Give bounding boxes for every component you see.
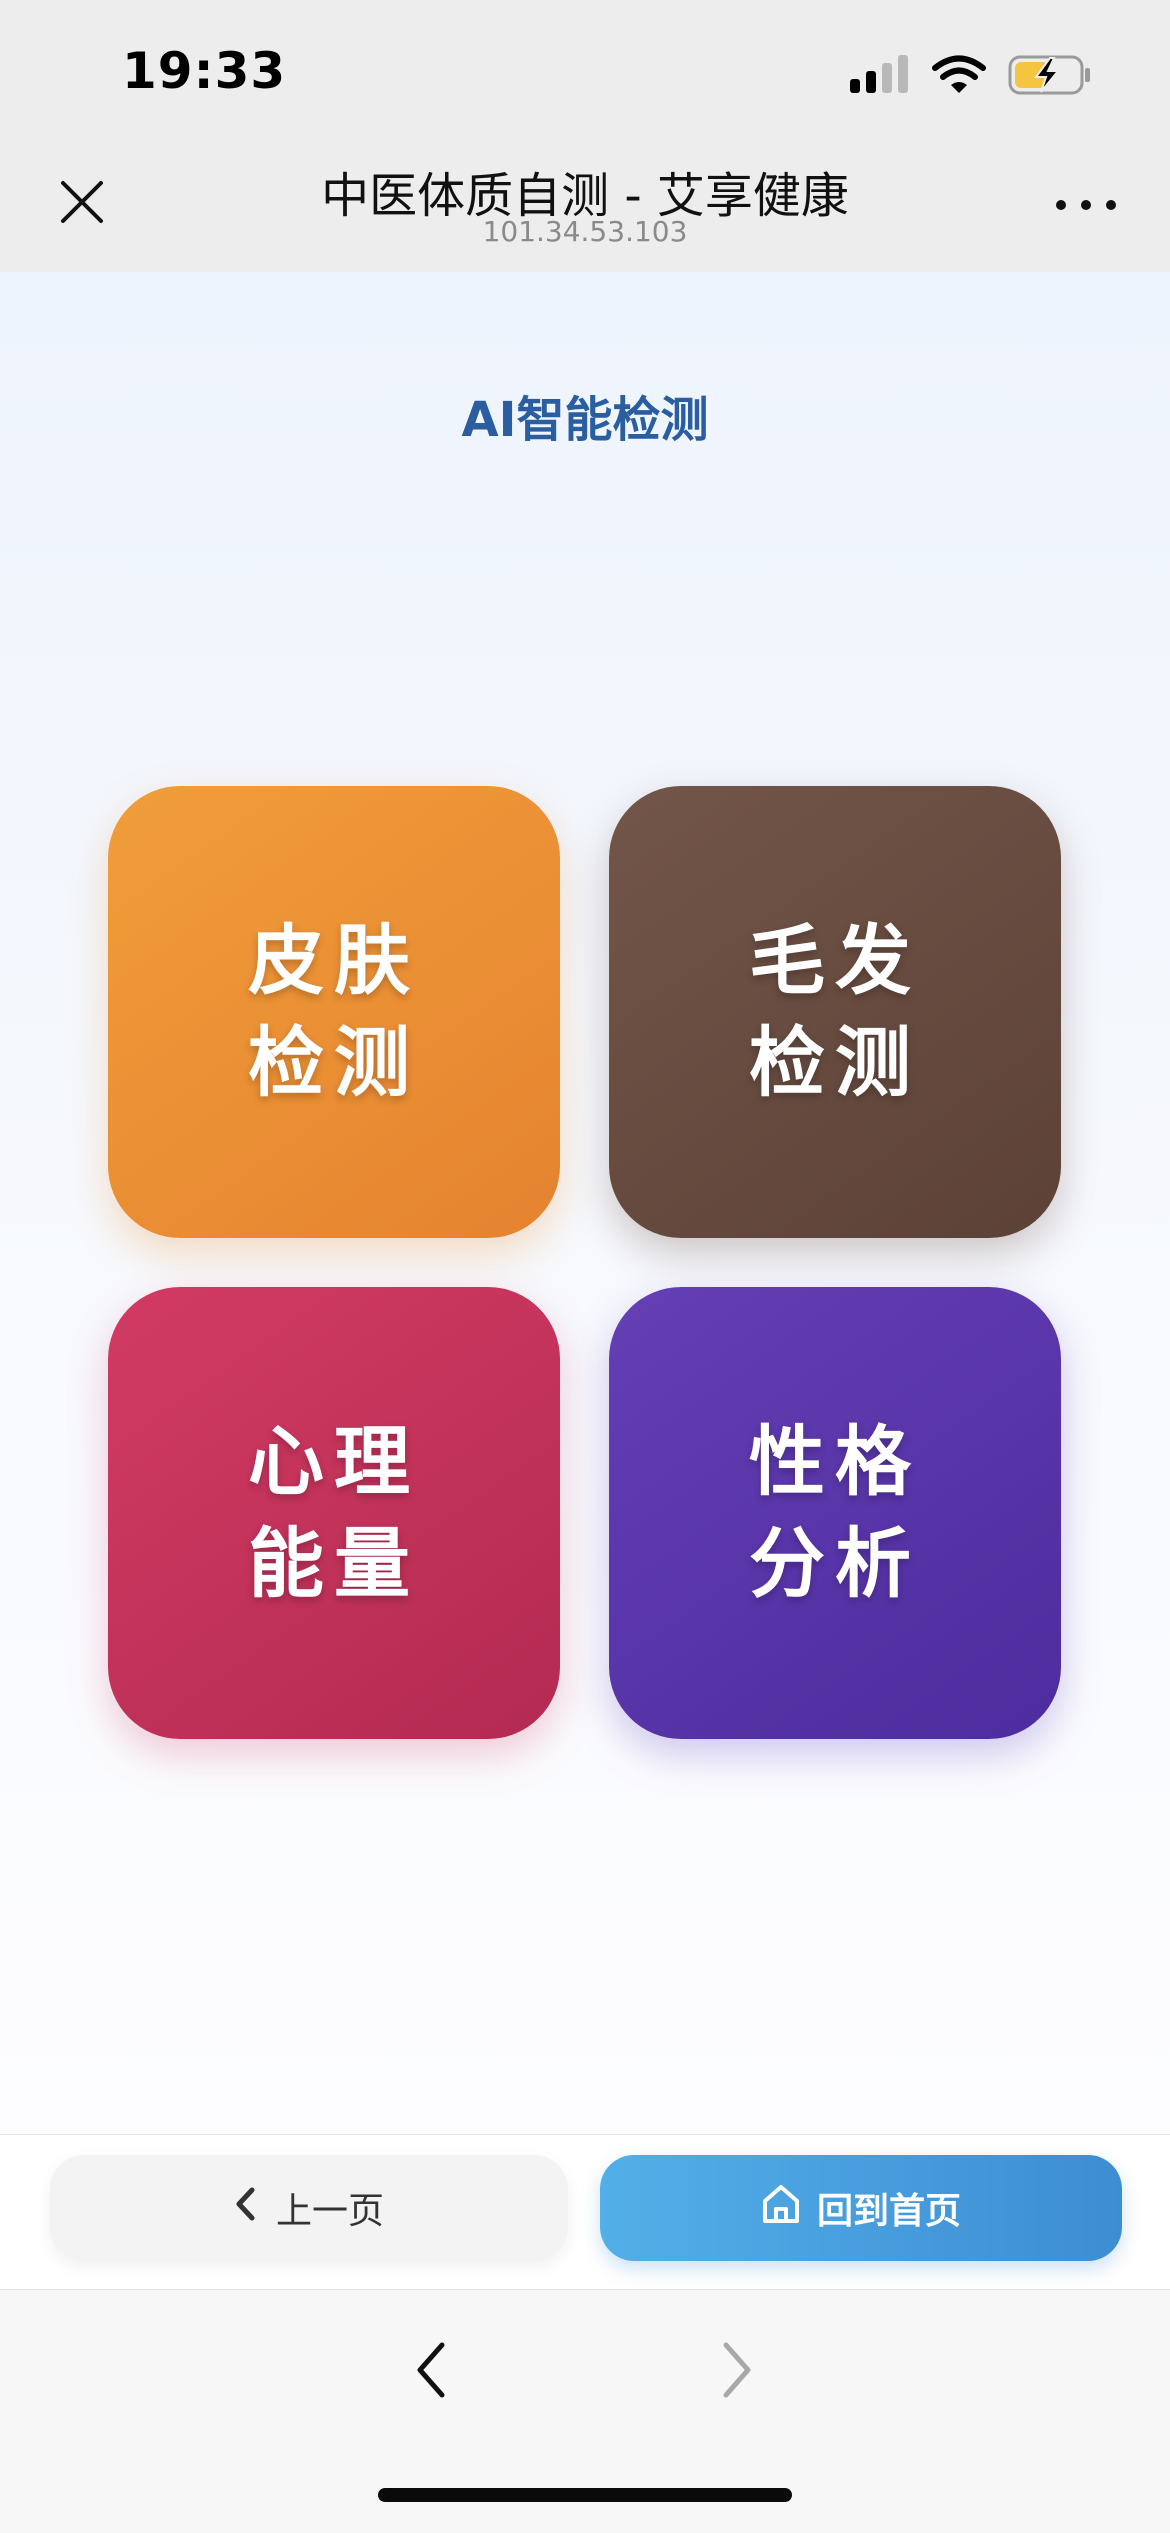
more-icon-dot xyxy=(1056,200,1066,210)
browser-back-button[interactable] xyxy=(406,2332,456,2412)
personality-analysis-tile[interactable]: 性格 分析 xyxy=(609,1287,1061,1739)
tile-label-line2: 检测 xyxy=(749,1018,921,1107)
more-icon-dot xyxy=(1106,200,1116,210)
home-indicator[interactable] xyxy=(378,2488,792,2502)
hair-detection-tile[interactable]: 毛发 检测 xyxy=(609,786,1061,1238)
more-icon-dot xyxy=(1081,200,1091,210)
chevron-left-icon xyxy=(234,2187,256,2230)
section-heading: AI智能检测 xyxy=(461,392,709,448)
tile-label-line1: 毛发 xyxy=(749,916,921,1005)
mental-energy-tile[interactable]: 心理 能量 xyxy=(108,1287,560,1739)
status-time: 19:33 xyxy=(122,42,287,100)
status-icons xyxy=(850,52,1092,102)
back-to-home-button[interactable]: 回到首页 xyxy=(600,2155,1122,2261)
previous-page-label: 上一页 xyxy=(275,2191,384,2232)
back-arrow-icon xyxy=(414,2341,448,2403)
tile-label-line1: 皮肤 xyxy=(248,916,420,1005)
skin-detection-tile[interactable]: 皮肤 检测 xyxy=(108,786,560,1238)
tile-label-line2: 检测 xyxy=(248,1018,420,1107)
top-chrome: 19:33 中医体质自测 - 艾享健康 101.34.53.103 xyxy=(0,0,1170,272)
battery-charging-icon xyxy=(1008,54,1092,100)
main-content: AI智能检测 皮肤 检测 毛发 检测 心理 能量 性格 分析 xyxy=(0,272,1170,2134)
cellular-signal-icon xyxy=(850,55,910,99)
previous-page-button[interactable]: 上一页 xyxy=(50,2155,568,2261)
back-to-home-label: 回到首页 xyxy=(816,2191,961,2232)
tile-label-line2: 能量 xyxy=(248,1519,420,1608)
tile-label-line1: 心理 xyxy=(248,1417,420,1506)
wifi-icon xyxy=(932,55,986,99)
action-bar: 上一页 回到首页 xyxy=(0,2134,1170,2289)
home-icon xyxy=(761,2183,801,2234)
page-url: 101.34.53.103 xyxy=(482,215,688,248)
forward-arrow-icon xyxy=(720,2341,754,2403)
browser-forward-button[interactable] xyxy=(712,2332,762,2412)
tile-label-line1: 性格 xyxy=(749,1417,921,1506)
tile-label-line2: 分析 xyxy=(749,1519,921,1608)
more-button[interactable] xyxy=(1056,190,1116,220)
